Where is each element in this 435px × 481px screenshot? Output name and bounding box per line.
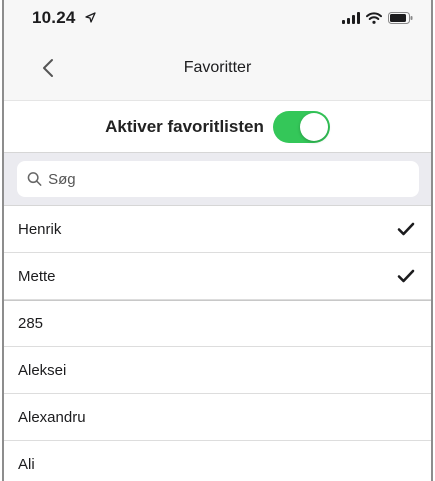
list-item[interactable]: 285 (4, 300, 431, 347)
search-bar (4, 152, 431, 206)
status-time-group: 10.24 (32, 8, 96, 28)
contact-name: 285 (18, 315, 44, 332)
wifi-icon (366, 12, 382, 24)
status-icons (342, 12, 413, 24)
search-icon (27, 172, 42, 186)
battery-icon (388, 12, 413, 24)
back-button[interactable] (34, 54, 62, 82)
list-item[interactable]: Mette (4, 253, 431, 300)
checkmark-icon (397, 269, 415, 283)
list-item[interactable]: Ali (4, 441, 431, 481)
status-bar: 10.24 (4, 0, 431, 36)
search-input[interactable] (48, 170, 419, 188)
search-field[interactable] (17, 161, 419, 197)
location-arrow-icon (85, 12, 96, 26)
page-title: Favoritter (183, 59, 252, 76)
checkmark-icon (397, 222, 415, 236)
favorites-toggle-row: Aktiver favoritlisten (4, 100, 431, 152)
favorites-toggle-switch[interactable] (272, 110, 330, 143)
list-item[interactable]: Alexandru (4, 394, 431, 441)
contact-list: Henrik Mette 285 Aleksei Alexandru Ali (4, 206, 431, 481)
favorites-toggle-label: Aktiver favoritlisten (105, 116, 264, 136)
navigation-bar: Favoritter (4, 36, 431, 100)
cellular-signal-icon (342, 12, 360, 24)
contact-name: Alexandru (18, 408, 86, 426)
contact-name: Aleksei (18, 361, 67, 379)
status-time: 10.24 (32, 8, 76, 27)
list-item[interactable]: Aleksei (4, 347, 431, 394)
phone-screen: 10.24 Favoritter Aktiver favoritlisten S… (2, 0, 433, 481)
chevron-left-icon (43, 59, 53, 77)
contact-name: Henrik (18, 220, 62, 238)
list-item[interactable]: Henrik (4, 206, 431, 253)
contact-name: Mette (18, 267, 56, 285)
toggle-knob (299, 112, 328, 141)
contact-name: Ali (18, 455, 35, 473)
